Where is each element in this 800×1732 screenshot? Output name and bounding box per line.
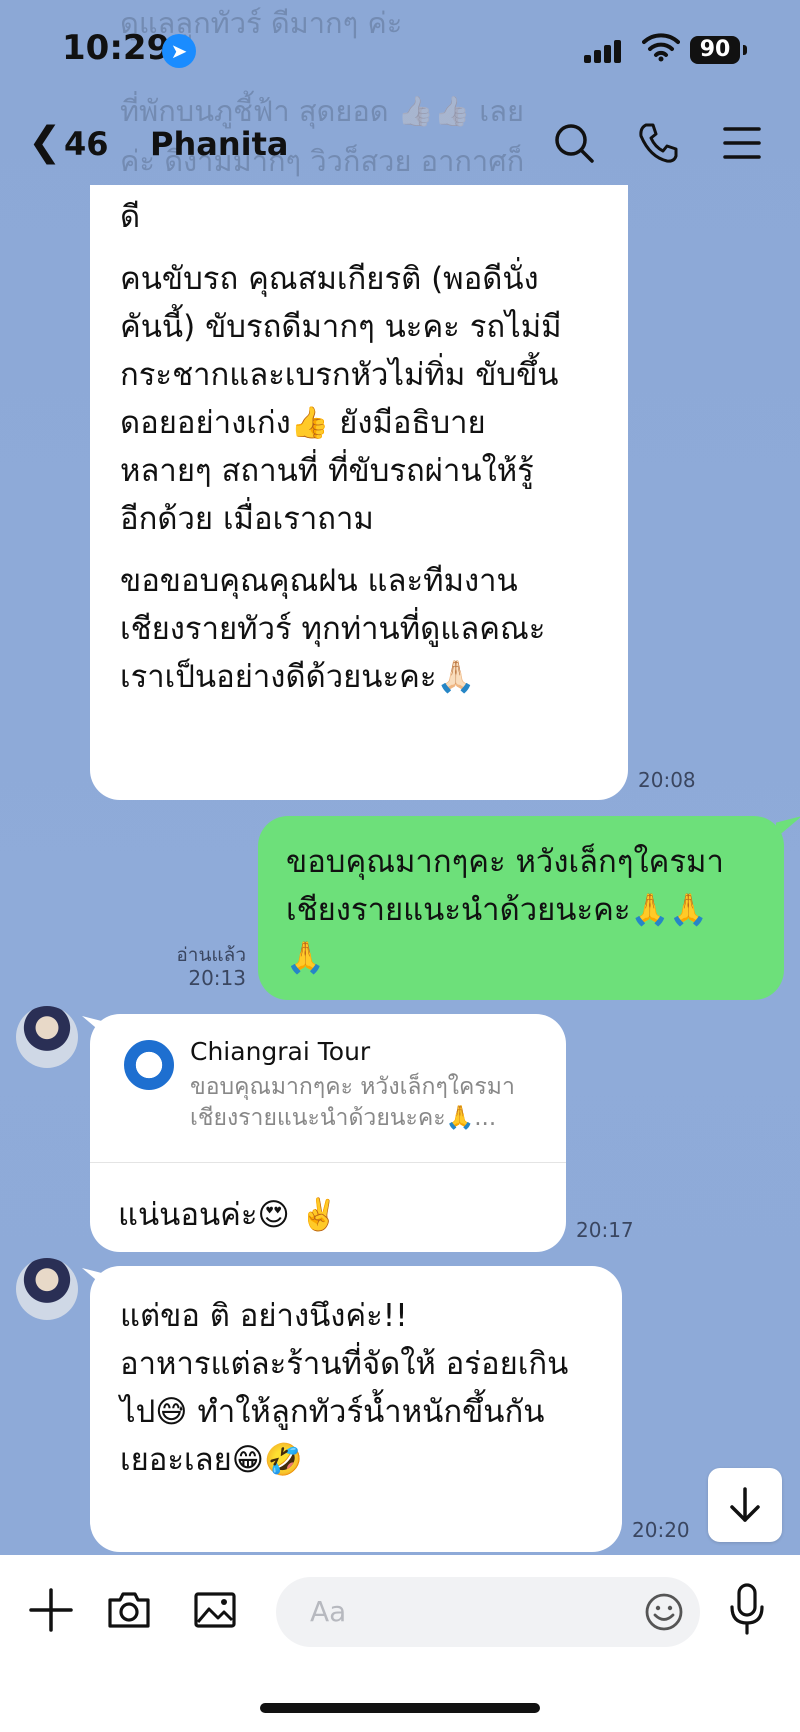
sent-message-bubble[interactable]: ขอบคุณมากๆคะ หวังเล็กๆใครมา เชียงรายแนะน… [258,816,784,1000]
message-timestamp: 20:17 [576,1218,634,1242]
message-line: เยอะเลย😁🤣 [120,1442,303,1478]
home-indicator[interactable] [260,1703,540,1713]
message-line: เชียงรายแนะนำด้วยนะคะ🙏🙏 [286,892,708,928]
received-reply-bubble[interactable]: Chiangrai Tour ขอบคุณมากๆคะ หวังเล็กๆใคร… [90,1014,566,1252]
message-line: เราเป็นอย่างดีด้วยนะคะ🙏🏻 [120,659,476,695]
message-line: ขอบคุณมากๆคะ หวังเล็กๆใครมา [286,844,724,880]
message-line: ขอขอบคุณคุณฝน และทีมงาน [120,563,518,599]
message-line: หลายๆ สถานที่ ที่ขับรถผ่านให้รู้ [120,453,534,489]
scroll-to-bottom-button[interactable] [708,1468,782,1542]
plus-icon[interactable] [28,1587,74,1633]
input-placeholder: Aa [310,1595,347,1628]
message-timestamp: 20:08 [638,768,696,792]
camera-icon[interactable] [106,1587,152,1633]
search-icon[interactable] [552,121,596,165]
quoted-message-text: ขอบคุณมากๆคะ หวังเล็กๆใครมา เชียงรายแนะน… [190,1072,550,1134]
message-line: ดี [120,199,141,235]
message-line: แต่ขอ ติ อย่างนึงค่ะ!! [120,1298,408,1334]
message-line: แน่นอนค่ะ😍 ✌️ [118,1197,339,1233]
back-chevron-icon[interactable]: ❮ [28,119,62,165]
message-line: 🙏 [286,940,325,976]
received-message-bubble[interactable]: แต่ขอ ติ อย่างนึงค่ะ!! อาหารแต่ละร้านที่… [90,1266,622,1552]
menu-icon[interactable] [720,121,764,165]
message-timestamp: 20:20 [632,1518,690,1542]
arrow-down-icon [730,1487,760,1522]
location-arrow-icon: ➤ [162,34,196,68]
wifi-icon [642,33,680,62]
received-message-bubble[interactable]: ดี คนขับรถ คุณสมเกียรติ (พอดีนั่ง คันนี้… [90,185,628,800]
contact-name[interactable]: Phanita [150,125,288,163]
image-gallery-icon[interactable] [192,1587,238,1633]
message-line: กระชากและเบรกหัวไม่ทิ่ม ขับขึ้น [120,357,559,393]
cellular-signal-icon [584,40,624,63]
phone-icon[interactable] [636,121,680,165]
battery-indicator: 90 [690,36,747,64]
message-line: อาหารแต่ละร้านที่จัดให้ อร่อยเกิน [120,1346,569,1382]
message-input[interactable]: Aa [276,1577,700,1647]
quoted-sender-name: Chiangrai Tour [190,1037,371,1066]
emoji-icon[interactable] [644,1592,684,1632]
message-input-bar: Aa [0,1555,800,1732]
message-line: คันนี้) ขับรถดีมากๆ นะคะ รถไม่มี [120,309,562,345]
quoted-line: เชียงรายแนะนำด้วยนะคะ🙏... [190,1105,497,1131]
message-line: ไป😅 ทำให้ลูกทัวร์น้ำหนักขึ้นกัน [120,1394,545,1430]
chat-header: ❮ 46 Phanita [0,105,800,185]
contact-avatar[interactable] [16,1006,78,1068]
contact-avatar[interactable] [16,1258,78,1320]
message-line: เชียงรายทัวร์ ทุกท่านที่ดูแลคณะ [120,611,546,647]
message-line: อีกด้วย เมื่อเราถาม [120,501,374,537]
microphone-icon[interactable] [724,1581,770,1637]
message-line: ดอยอย่างเก่ง👍 ยังมีอธิบาย [120,405,486,441]
chiangrai-tour-logo [124,1040,174,1090]
message-line: คนขับรถ คุณสมเกียรติ (พอดีนั่ง [120,261,539,297]
unread-count[interactable]: 46 [64,125,109,163]
quoted-reply-card[interactable]: Chiangrai Tour ขอบคุณมากๆคะ หวังเล็กๆใคร… [90,1014,566,1163]
status-time: 10:29 [62,28,171,68]
quoted-line: ขอบคุณมากๆคะ หวังเล็กๆใครมา [190,1074,515,1100]
status-bar: 10:29 ➤ 90 [0,0,800,105]
message-timestamp: 20:13 [188,966,246,990]
